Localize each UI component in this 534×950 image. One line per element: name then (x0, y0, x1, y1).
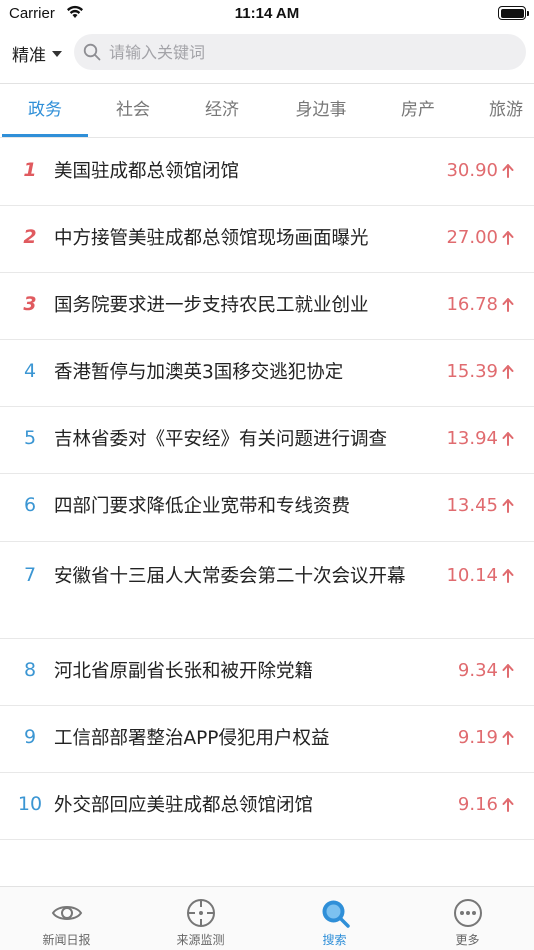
tab-lvyou[interactable]: 旅游 (466, 84, 534, 137)
search-icon (322, 900, 350, 928)
search-mode-dropdown[interactable]: 精准 (12, 41, 62, 66)
tab-fangchan[interactable]: 房产 (376, 84, 460, 137)
list-item[interactable]: 10 外交部回应美驻成都总领馆闭馆 9.16 (0, 773, 534, 840)
item-score: 30.90 (446, 160, 514, 181)
item-title: 国务院要求进一步支持农民工就业创业 (54, 295, 369, 316)
status-bar: Carrier 11:14 AM (0, 0, 534, 28)
rank-number: 2 (23, 226, 37, 248)
item-score: 9.16 (458, 794, 514, 815)
arrow-up-icon (502, 364, 514, 379)
list-item[interactable]: 2 中方接管美驻成都总领馆现场画面曝光 27.00 (0, 206, 534, 273)
list-item[interactable]: 5 吉林省委对《平安经》有关问题进行调查 13.94 (0, 407, 534, 474)
item-title: 香港暂停与加澳英3国移交逃犯协定 (54, 362, 344, 383)
rank-number: 9 (23, 726, 37, 748)
list-item[interactable]: 3 国务院要求进一步支持农民工就业创业 16.78 (0, 273, 534, 340)
item-title: 河北省原副省长张和被开除党籍 (54, 661, 314, 682)
list-item[interactable]: 1 美国驻成都总领馆闭馆 30.90 (0, 139, 534, 206)
tab-zhengwu[interactable]: 政务 (2, 84, 88, 137)
rank-number: 6 (23, 494, 37, 516)
item-score: 9.34 (458, 660, 514, 681)
rank-number: 8 (23, 659, 37, 681)
arrow-up-icon (502, 663, 514, 678)
item-score: 15.39 (446, 361, 514, 382)
list-item[interactable]: 4 香港暂停与加澳英3国移交逃犯协定 15.39 (0, 340, 534, 407)
tabbar-label: 更多 (455, 933, 480, 947)
tab-jingji[interactable]: 经济 (178, 84, 266, 137)
battery-icon (498, 6, 529, 20)
rank-number: 7 (23, 564, 37, 586)
list-item[interactable]: 8 河北省原副省长张和被开除党籍 9.34 (0, 639, 534, 706)
item-title: 外交部回应美驻成都总领馆闭馆 (54, 795, 314, 816)
hot-list: 1 美国驻成都总领馆闭馆 30.90 2 中方接管美驻成都总领馆现场画面曝光 2… (0, 139, 534, 840)
arrow-up-icon (502, 498, 514, 513)
item-score: 13.45 (446, 495, 514, 516)
tabbar-news-daily[interactable]: 新闻日报 (0, 887, 133, 950)
search-input[interactable] (109, 42, 509, 62)
category-tabs: 政务 社会 经济 身边事 房产 旅游 (0, 84, 534, 138)
rank-number: 5 (23, 427, 37, 449)
search-mode-label: 精准 (12, 46, 46, 66)
arrow-up-icon (502, 431, 514, 446)
list-item[interactable]: 9 工信部部署整治APP侵犯用户权益 9.19 (0, 706, 534, 773)
rank-number: 3 (23, 293, 37, 315)
tab-shenbianshi[interactable]: 身边事 (268, 84, 374, 137)
arrow-up-icon (502, 730, 514, 745)
eye-icon (51, 906, 82, 920)
item-title: 安徽省十三届人大常委会第二十次会议开幕 (54, 566, 406, 587)
crosshair-icon (186, 899, 215, 927)
list-item[interactable]: 6 四部门要求降低企业宽带和专线资费 13.45 (0, 474, 534, 542)
list-item[interactable]: 7 安徽省十三届人大常委会第二十次会议开幕 10.14 (0, 542, 534, 639)
rank-number: 10 (17, 793, 43, 815)
item-title: 吉林省委对《平安经》有关问题进行调查 (54, 429, 388, 450)
magnifier-icon (83, 43, 101, 61)
tabbar-more[interactable]: 更多 (401, 887, 534, 950)
tabbar-label: 搜索 (322, 933, 347, 947)
tabbar-search[interactable]: 搜索 (268, 887, 401, 950)
tabbar-label: 新闻日报 (42, 933, 91, 947)
rank-number: 4 (23, 360, 37, 382)
tabbar-label: 来源监测 (176, 933, 225, 947)
item-title: 工信部部署整治APP侵犯用户权益 (54, 728, 330, 749)
item-score: 16.78 (446, 294, 514, 315)
clock: 11:14 AM (234, 5, 300, 22)
rank-number: 1 (23, 159, 37, 181)
item-score: 13.94 (446, 428, 514, 449)
more-icon (453, 899, 482, 927)
search-bar: 精准 (0, 32, 534, 74)
arrow-up-icon (502, 163, 514, 178)
tab-shehui[interactable]: 社会 (90, 84, 176, 137)
tabbar-source-monitor[interactable]: 来源监测 (134, 887, 267, 950)
arrow-up-icon (502, 797, 514, 812)
item-score: 9.19 (458, 727, 514, 748)
bottom-tab-bar: 新闻日报 来源监测 搜索 更多 (0, 886, 534, 950)
item-score: 27.00 (446, 227, 514, 248)
item-score: 10.14 (446, 565, 514, 586)
caret-down-icon (52, 50, 62, 57)
item-title: 四部门要求降低企业宽带和专线资费 (54, 496, 351, 517)
arrow-up-icon (502, 297, 514, 312)
item-title: 中方接管美驻成都总领馆现场画面曝光 (54, 228, 369, 249)
arrow-up-icon (502, 568, 514, 583)
item-title: 美国驻成都总领馆闭馆 (54, 161, 240, 182)
search-field[interactable] (74, 34, 526, 70)
arrow-up-icon (502, 230, 514, 245)
